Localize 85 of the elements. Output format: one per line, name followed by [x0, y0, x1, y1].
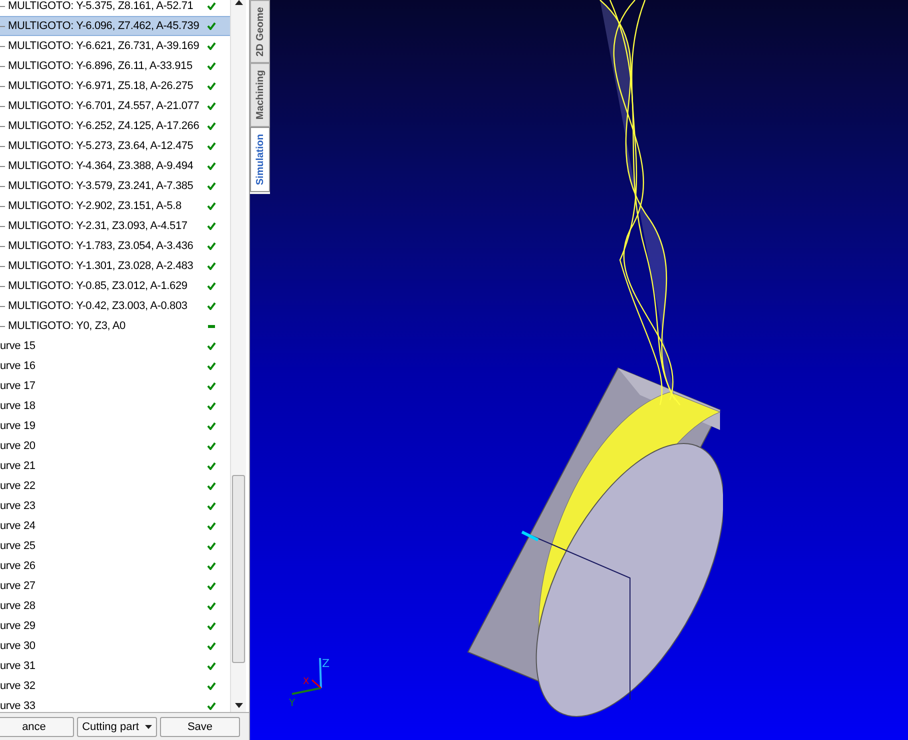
- tree-item[interactable]: MULTIGOTO: Y-6.096, Z7.462, A-45.739: [0, 16, 230, 36]
- tree-item-label: urve 26: [0, 559, 36, 573]
- tree-item[interactable]: MULTIGOTO: Y-4.364, Z3.388, A-9.494: [0, 156, 230, 176]
- tree-item-label: urve 23: [0, 499, 36, 513]
- tree-item-label: urve 15: [0, 339, 36, 353]
- tree-item[interactable]: urve 31: [0, 656, 230, 676]
- tree-item-label: urve 21: [0, 459, 36, 473]
- tree-item[interactable]: MULTIGOTO: Y-6.621, Z6.731, A-39.169: [0, 36, 230, 56]
- side-tab[interactable]: Machining: [250, 63, 270, 127]
- tree-item[interactable]: urve 30: [0, 636, 230, 656]
- tree-item-label: urve 31: [0, 659, 36, 673]
- tree-item[interactable]: urve 17: [0, 376, 230, 396]
- tree-item-label: urve 29: [0, 619, 36, 633]
- tree-item-label: MULTIGOTO: Y-3.579, Z3.241, A-7.385: [8, 179, 194, 193]
- tree-item-label: MULTIGOTO: Y-6.896, Z6.11, A-33.915: [8, 59, 194, 73]
- tree-item-label: urve 27: [0, 579, 36, 593]
- tree-item[interactable]: urve 20: [0, 436, 230, 456]
- tree-item[interactable]: MULTIGOTO: Y-3.579, Z3.241, A-7.385: [0, 176, 230, 196]
- tree-item-label: MULTIGOTO: Y-4.364, Z3.388, A-9.494: [8, 159, 194, 173]
- tree-item[interactable]: urve 16: [0, 356, 230, 376]
- tree-item[interactable]: MULTIGOTO: Y-5.375, Z8.161, A-52.71: [0, 0, 230, 16]
- tree-item[interactable]: urve 22: [0, 476, 230, 496]
- tree-item-label: MULTIGOTO: Y-6.971, Z5.18, A-26.275: [8, 79, 194, 93]
- tree-item[interactable]: MULTIGOTO: Y-6.896, Z6.11, A-33.915: [0, 56, 230, 76]
- tree-item[interactable]: urve 33: [0, 696, 230, 712]
- tree-item-label: MULTIGOTO: Y0, Z3, A0: [8, 319, 126, 333]
- 3d-viewport[interactable]: 2D Geome Machining Simulation Z X Y: [250, 0, 908, 740]
- tree-item-label: MULTIGOTO: Y-5.375, Z8.161, A-52.71: [8, 0, 194, 13]
- tree-item[interactable]: MULTIGOTO: Y-0.85, Z3.012, A-1.629: [0, 276, 230, 296]
- tree-item[interactable]: MULTIGOTO: Y-2.902, Z3.151, A-5.8: [0, 196, 230, 216]
- tree-item[interactable]: urve 29: [0, 616, 230, 636]
- tree-item[interactable]: MULTIGOTO: Y-1.783, Z3.054, A-3.436: [0, 236, 230, 256]
- tree-item-label: MULTIGOTO: Y-0.85, Z3.012, A-1.629: [8, 279, 188, 293]
- tree-item[interactable]: MULTIGOTO: Y-5.273, Z3.64, A-12.475: [0, 136, 230, 156]
- scroll-up-icon[interactable]: [235, 0, 243, 5]
- tree-item[interactable]: urve 23: [0, 496, 230, 516]
- tree-item-label: MULTIGOTO: Y-6.701, Z4.557, A-21.077: [8, 99, 200, 113]
- tree-item-label: urve 16: [0, 359, 36, 373]
- scroll-down-icon[interactable]: [235, 703, 243, 708]
- tree-item[interactable]: urve 26: [0, 556, 230, 576]
- tree-item-label: MULTIGOTO: Y-6.621, Z6.731, A-39.169: [8, 39, 200, 53]
- tree-item-label: urve 25: [0, 539, 36, 553]
- tree-item-label: urve 18: [0, 399, 36, 413]
- tree-item[interactable]: MULTIGOTO: Y-1.301, Z3.028, A-2.483: [0, 256, 230, 276]
- tree-item-label: MULTIGOTO: Y-2.902, Z3.151, A-5.8: [8, 199, 182, 213]
- tree-item[interactable]: urve 28: [0, 596, 230, 616]
- tree-item-label: urve 30: [0, 639, 36, 653]
- side-tab[interactable]: 2D Geome: [250, 0, 270, 64]
- tree-item-label: urve 17: [0, 379, 36, 393]
- tree-item[interactable]: MULTIGOTO: Y-6.701, Z4.557, A-21.077: [0, 96, 230, 116]
- tree-item[interactable]: MULTIGOTO: Y-6.252, Z4.125, A-17.266: [0, 116, 230, 136]
- tree-item-label: MULTIGOTO: Y-5.273, Z3.64, A-12.475: [8, 139, 194, 153]
- tree-item[interactable]: urve 19: [0, 416, 230, 436]
- tree-item-label: MULTIGOTO: Y-2.31, Z3.093, A-4.517: [8, 219, 188, 233]
- tree-item-label: urve 20: [0, 439, 36, 453]
- tree-item[interactable]: urve 25: [0, 536, 230, 556]
- side-tab[interactable]: Simulation: [250, 126, 270, 192]
- tree-item[interactable]: urve 18: [0, 396, 230, 416]
- tree-item-label: urve 19: [0, 419, 36, 433]
- tree-item[interactable]: MULTIGOTO: Y0, Z3, A0: [0, 316, 230, 336]
- toolbar-button[interactable]: ance: [0, 717, 74, 737]
- caret-icon: [144, 725, 152, 729]
- tree-item-label: urve 32: [0, 679, 36, 693]
- tree-item-label: urve 24: [0, 519, 36, 533]
- scroll-thumb[interactable]: [232, 475, 245, 663]
- toolbar-button[interactable]: Save: [160, 717, 240, 737]
- tree-item[interactable]: urve 32: [0, 676, 230, 696]
- tree-item[interactable]: MULTIGOTO: Y-6.971, Z5.18, A-26.275: [0, 76, 230, 96]
- tree-item-label: urve 33: [0, 699, 36, 712]
- tree-item-label: MULTIGOTO: Y-1.783, Z3.054, A-3.436: [8, 239, 194, 253]
- tree-item-label: MULTIGOTO: Y-0.42, Z3.003, A-0.803: [8, 299, 188, 313]
- axis-triad-drawing: Z X Y: [286, 654, 332, 708]
- tree-item[interactable]: MULTIGOTO: Y-2.31, Z3.093, A-4.517: [0, 216, 230, 236]
- tree-item[interactable]: urve 21: [0, 456, 230, 476]
- tree-item[interactable]: urve 24: [0, 516, 230, 536]
- tree-item[interactable]: MULTIGOTO: Y-0.42, Z3.003, A-0.803: [0, 296, 230, 316]
- dropdown-button[interactable]: Cutting part: [77, 717, 157, 737]
- tree-item-label: MULTIGOTO: Y-6.252, Z4.125, A-17.266: [8, 119, 200, 133]
- tree-item-label: urve 28: [0, 599, 36, 613]
- tree-item-label: MULTIGOTO: Y-1.301, Z3.028, A-2.483: [8, 259, 194, 273]
- tree-item-label: MULTIGOTO: Y-6.096, Z7.462, A-45.739: [8, 19, 200, 33]
- tree-item[interactable]: urve 15: [0, 336, 230, 356]
- tree-item[interactable]: urve 27: [0, 576, 230, 596]
- scrollbar[interactable]: [230, 0, 246, 712]
- tree-item-label: urve 22: [0, 479, 36, 493]
